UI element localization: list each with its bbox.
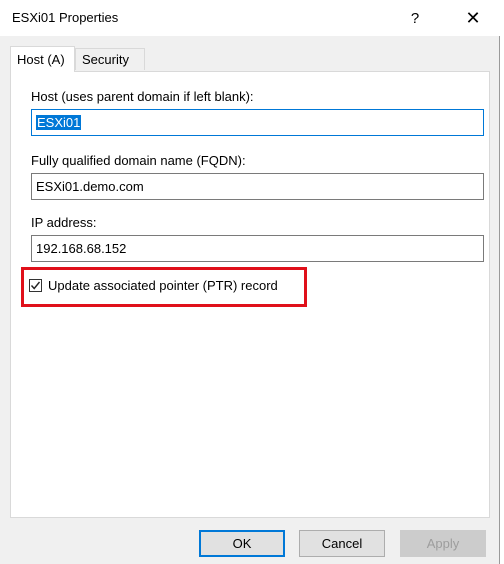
ip-address-label: IP address: — [31, 215, 97, 230]
fqdn-field: ESXi01.demo.com — [31, 173, 484, 200]
help-button[interactable]: ? — [395, 0, 435, 36]
tab-host-a-label: Host (A) — [17, 52, 65, 67]
apply-button[interactable]: Apply — [400, 530, 486, 557]
cancel-button[interactable]: Cancel — [299, 530, 385, 557]
checkmark-icon — [30, 281, 41, 290]
ip-address-input[interactable]: 192.168.68.152 — [31, 235, 484, 262]
tab-security[interactable]: Security — [75, 48, 145, 70]
ok-button[interactable]: OK — [199, 530, 285, 557]
host-tab-panel: Host (uses parent domain if left blank):… — [10, 71, 490, 518]
tab-security-label: Security — [82, 52, 129, 67]
properties-dialog: ESXi01 Properties ? ✕ Host (A) Security … — [0, 0, 500, 564]
fqdn-field-label: Fully qualified domain name (FQDN): — [31, 153, 246, 168]
title-bar: ESXi01 Properties ? ✕ — [0, 0, 500, 36]
host-input[interactable]: ESXi01 — [31, 109, 484, 136]
host-input-value: ESXi01 — [36, 115, 82, 130]
ptr-checkbox-row[interactable]: Update associated pointer (PTR) record — [29, 278, 278, 293]
ptr-checkbox[interactable] — [29, 279, 42, 292]
close-button[interactable]: ✕ — [450, 0, 496, 36]
ip-address-value: 192.168.68.152 — [36, 241, 127, 256]
window-title: ESXi01 Properties — [12, 10, 119, 25]
close-icon: ✕ — [465, 7, 481, 28]
fqdn-field-value: ESXi01.demo.com — [36, 179, 144, 194]
ptr-checkbox-label: Update associated pointer (PTR) record — [48, 278, 278, 293]
host-field-label: Host (uses parent domain if left blank): — [31, 89, 254, 104]
tab-host-a[interactable]: Host (A) — [10, 46, 75, 72]
